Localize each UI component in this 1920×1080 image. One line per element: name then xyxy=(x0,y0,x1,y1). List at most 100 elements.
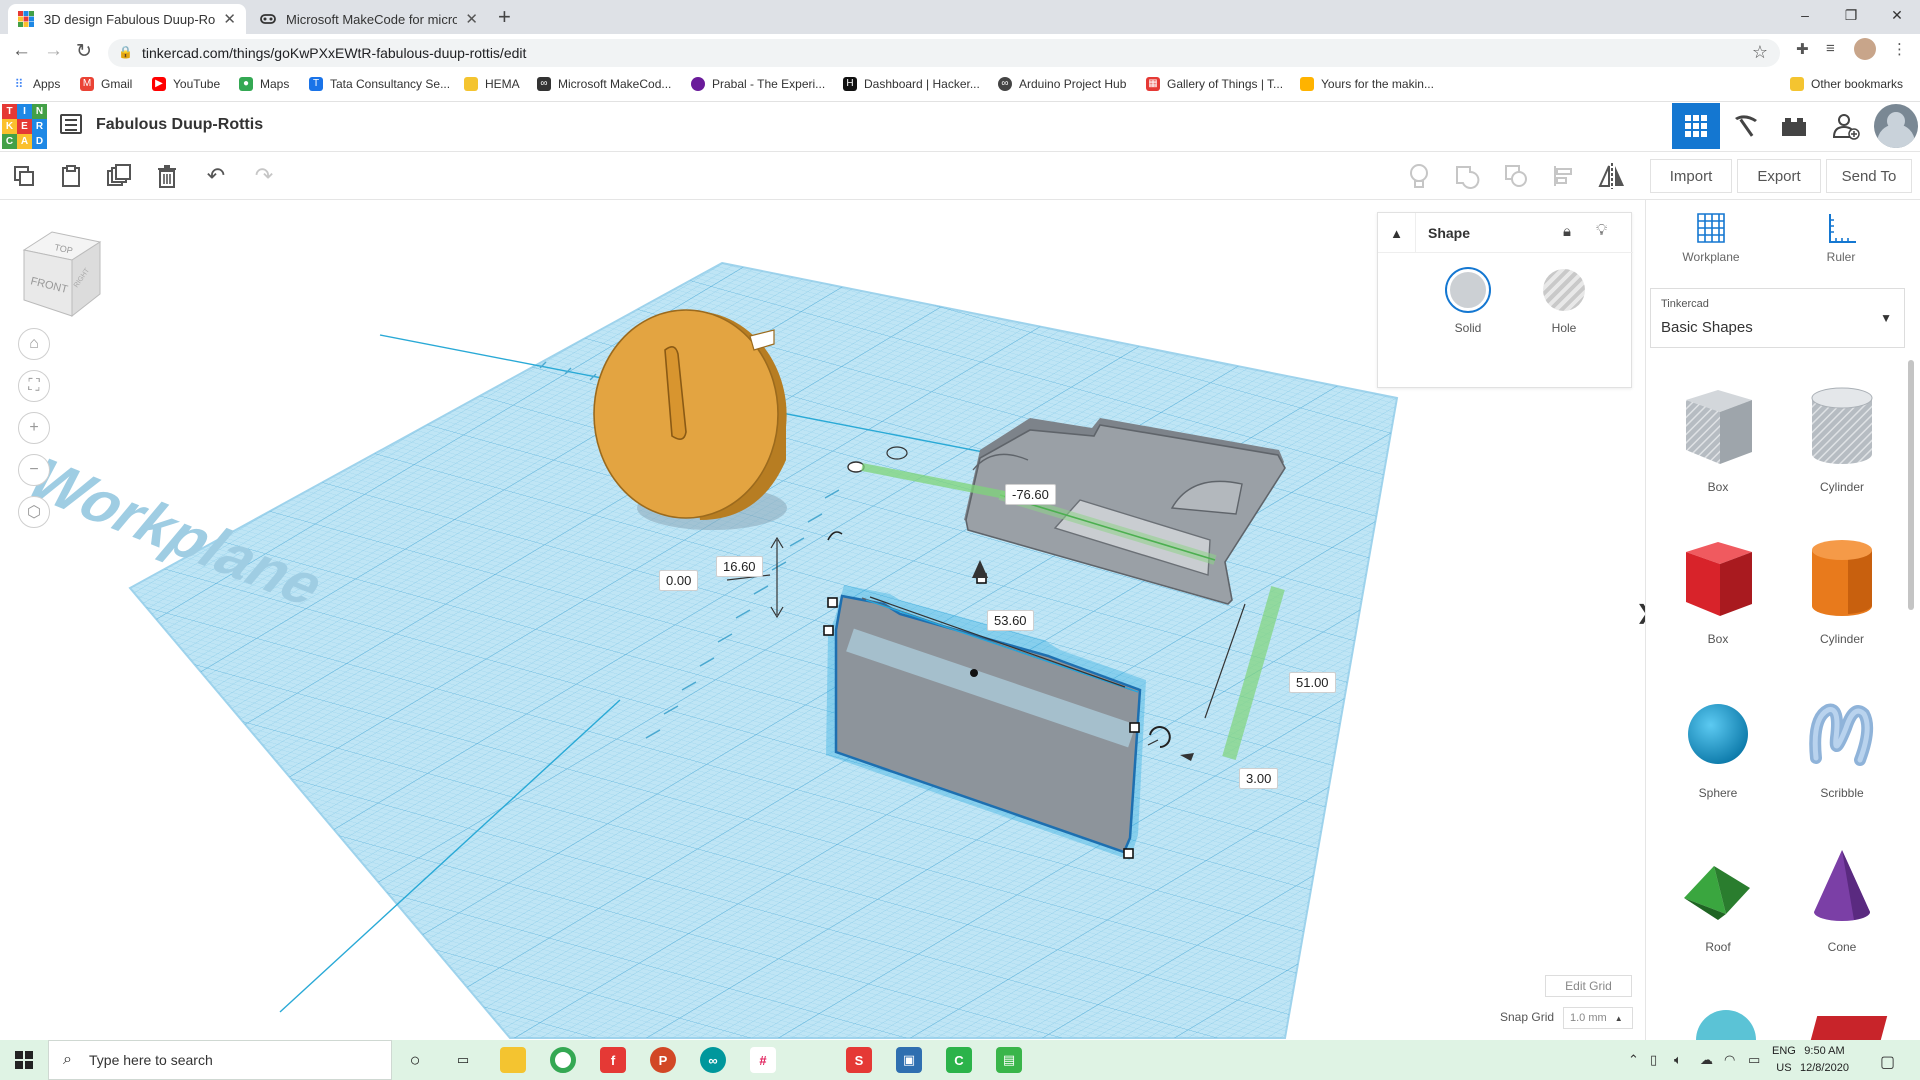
bookmark-hackerearth[interactable]: H Dashboard | Hacker... xyxy=(843,77,980,91)
delete-icon[interactable] xyxy=(151,160,183,192)
tray-chevron-icon[interactable]: ⌃ xyxy=(1628,1052,1639,1068)
mirror-icon[interactable] xyxy=(1596,160,1628,192)
shape-library-select[interactable]: Tinkercad Basic Shapes ▼ xyxy=(1650,288,1905,348)
camtasia-icon[interactable]: C xyxy=(946,1047,972,1073)
cortana-icon[interactable]: ○ xyxy=(402,1047,428,1073)
shape-cone[interactable]: Cone xyxy=(1787,842,1897,954)
send-to-button[interactable]: Send To xyxy=(1826,159,1912,193)
start-button[interactable] xyxy=(0,1040,48,1080)
chrome-icon[interactable] xyxy=(550,1047,576,1073)
app-icon[interactable]: ▣ xyxy=(896,1047,922,1073)
bricks-view-button[interactable] xyxy=(1770,103,1818,149)
file-explorer-icon[interactable] xyxy=(500,1047,526,1073)
snap-grid-select[interactable]: 1.0 mm ▲ xyxy=(1563,1007,1633,1029)
tray-device-icon[interactable]: ▯ xyxy=(1650,1052,1657,1068)
blocks-view-button[interactable] xyxy=(1722,103,1770,149)
width-dimension[interactable]: 3.00 xyxy=(1239,768,1279,789)
back-arrow-icon[interactable]: ← xyxy=(12,40,31,62)
bookmark-maps[interactable]: ● Maps xyxy=(239,77,289,91)
shape-box[interactable]: Box xyxy=(1663,534,1773,646)
minimize-button[interactable]: – xyxy=(1782,0,1828,30)
notifications-icon[interactable]: ▢ xyxy=(1880,1052,1895,1072)
align-icon[interactable] xyxy=(1548,160,1580,192)
address-bar[interactable]: 🔒 tinkercad.com/things/goKwPXxEWtR-fabul… xyxy=(108,39,1780,67)
new-tab-button[interactable]: + xyxy=(498,4,511,30)
close-tab-icon[interactable]: ✕ xyxy=(223,10,236,28)
shape-scribble[interactable]: Scribble xyxy=(1787,688,1897,800)
forward-arrow-icon[interactable]: → xyxy=(44,40,63,62)
restore-button[interactable]: ❐ xyxy=(1828,0,1874,30)
bookmark-hema[interactable]: HEMA xyxy=(464,77,520,91)
paste-icon[interactable] xyxy=(55,160,87,192)
extensions-puzzle-icon[interactable]: ✚ xyxy=(1796,40,1809,58)
sidebar-scrollbar[interactable] xyxy=(1908,360,1914,610)
solid-swatch[interactable] xyxy=(1447,269,1489,311)
profile-avatar[interactable] xyxy=(1854,38,1876,60)
shape-partial-text[interactable] xyxy=(1810,1016,1888,1040)
browser-tab-makecode[interactable]: Microsoft MakeCode for micro:bit ✕ xyxy=(250,4,488,34)
zoom-out-icon[interactable]: − xyxy=(18,454,50,486)
browser-tab-tinkercad[interactable]: 3D design Fabulous Duup-Rottis ✕ xyxy=(8,4,246,34)
shape-box-hole[interactable]: Box xyxy=(1663,382,1773,494)
depth-dimension[interactable]: 51.00 xyxy=(1289,672,1336,693)
shape-cylinder[interactable]: Cylinder xyxy=(1787,534,1897,646)
arduino-app-icon[interactable]: ∞ xyxy=(700,1047,726,1073)
tray-wifi-icon[interactable]: ◠ xyxy=(1724,1052,1735,1068)
ruler-tool[interactable]: Ruler xyxy=(1796,212,1886,264)
ungroup-icon[interactable] xyxy=(1500,160,1532,192)
tray-volume-icon[interactable]: 🔈︎ xyxy=(1674,1052,1682,1068)
elevation-dimension[interactable]: 0.00 xyxy=(659,570,699,591)
taskbar-clock[interactable]: 9:50 AM 12/8/2020 xyxy=(1800,1043,1849,1077)
notes-bulb-icon[interactable] xyxy=(1403,160,1435,192)
close-window-button[interactable]: ✕ xyxy=(1874,0,1920,30)
export-button[interactable]: Export xyxy=(1737,159,1821,193)
powerpoint-icon[interactable]: P xyxy=(650,1047,676,1073)
invite-user-button[interactable] xyxy=(1822,103,1870,149)
fit-view-icon[interactable]: ⛶ xyxy=(18,370,50,402)
bookmark-gmail[interactable]: M Gmail xyxy=(80,77,132,91)
input-language-indicator[interactable]: ENG US xyxy=(1772,1043,1796,1077)
bookmark-yours[interactable]: Yours for the makin... xyxy=(1300,77,1434,91)
import-button[interactable]: Import xyxy=(1650,159,1732,193)
design-menu-icon[interactable] xyxy=(60,114,82,134)
task-view-icon[interactable]: ▭ xyxy=(450,1047,476,1073)
close-tab-icon[interactable]: ✕ xyxy=(465,10,478,28)
bookmark-apps[interactable]: ⠿ Apps xyxy=(12,77,61,91)
slack-icon[interactable]: # xyxy=(750,1047,776,1073)
lock-icon[interactable]: 🔒 xyxy=(118,45,133,59)
hole-swatch[interactable] xyxy=(1543,269,1585,311)
solid-option[interactable]: Solid xyxy=(1433,269,1503,335)
3d-design-view-button[interactable] xyxy=(1672,103,1720,149)
workplane-tool[interactable]: Workplane xyxy=(1666,212,1756,264)
bookmark-makecode[interactable]: ∞ Microsoft MakeCod... xyxy=(537,77,671,91)
bookmark-arduino[interactable]: ∞ Arduino Project Hub xyxy=(998,77,1126,91)
collapse-panel-icon[interactable]: ▲ xyxy=(1378,213,1416,253)
edit-grid-button[interactable]: Edit Grid xyxy=(1545,975,1632,997)
other-bookmarks[interactable]: Other bookmarks xyxy=(1790,77,1903,91)
taskbar-search-input[interactable]: ⌕ Type here to search xyxy=(48,1040,392,1080)
reading-list-icon[interactable]: ≡ xyxy=(1826,40,1835,57)
design-title[interactable]: Fabulous Duup-Rottis xyxy=(96,116,263,134)
light-bulb-icon[interactable]: 💡︎ xyxy=(1596,222,1607,240)
shape-sphere[interactable]: Sphere xyxy=(1663,688,1773,800)
undo-icon[interactable]: ↶ xyxy=(200,160,232,192)
x-offset-dimension[interactable]: -76.60 xyxy=(1005,484,1056,505)
bookmark-gallery[interactable]: ▦ Gallery of Things | T... xyxy=(1146,77,1283,91)
view-cube[interactable]: TOP FRONT RIGHT xyxy=(22,228,102,318)
shape-partial-torus[interactable] xyxy=(1696,1010,1756,1040)
home-view-icon[interactable]: ⌂ xyxy=(18,328,50,360)
shape-roof[interactable]: Roof xyxy=(1663,842,1773,954)
copy-icon[interactable] xyxy=(8,160,40,192)
duplicate-icon[interactable] xyxy=(103,160,135,192)
hole-option[interactable]: Hole xyxy=(1529,269,1599,335)
tray-cloud-icon[interactable]: ☁︎ xyxy=(1700,1052,1713,1068)
group-icon[interactable] xyxy=(1451,160,1483,192)
user-avatar[interactable] xyxy=(1874,104,1918,148)
zoom-in-icon[interactable]: + xyxy=(18,412,50,444)
tinkercad-logo[interactable]: T I N K E R C A D xyxy=(2,104,47,149)
height-dimension[interactable]: 16.60 xyxy=(716,556,763,577)
chrome-menu-icon[interactable]: ⋮ xyxy=(1892,40,1907,58)
foxit-icon[interactable]: f xyxy=(600,1047,626,1073)
reload-icon[interactable]: ↻ xyxy=(76,40,92,63)
bookmark-youtube[interactable]: ▶ YouTube xyxy=(152,77,220,91)
